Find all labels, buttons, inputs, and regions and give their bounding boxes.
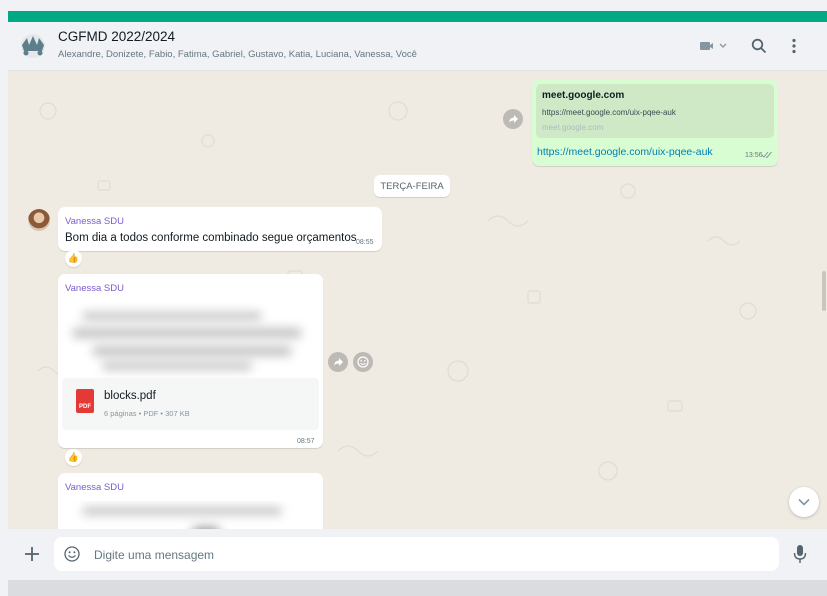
microphone-icon[interactable] [793,544,807,564]
menu-icon [792,38,796,54]
search-icon [751,38,767,54]
read-receipt-icon [761,151,772,159]
smiley-icon [357,356,369,368]
reaction-badge[interactable]: 👍 [65,449,82,466]
video-call-icon [700,42,727,50]
document-meta: 6 páginas • PDF • 307 KB [104,409,190,418]
react-button[interactable] [353,352,373,372]
link-preview-title: meet.google.com [542,90,625,101]
chevron-down-icon [798,498,810,506]
link-preview[interactable]: meet.google.com https://meet.google.com/… [536,84,774,138]
message-text: Bom dia a todos conforme combinado segue… [65,232,357,244]
forward-icon [508,115,518,123]
message-composer [8,529,827,580]
bottom-bar [8,580,827,596]
incoming-message[interactable]: Vanessa SDU Bom dia a todos conforme com… [58,207,382,251]
plus-icon[interactable] [23,545,41,563]
chat-members[interactable]: Alexandre, Donizete, Fabio, Fatima, Gabr… [58,49,417,60]
message-input[interactable] [92,537,776,573]
forward-icon [333,358,343,366]
link-preview-domain: meet.google.com [542,123,604,132]
reaction-badge[interactable]: 👍 [65,250,82,267]
message-input-box[interactable] [54,537,779,573]
document-name[interactable]: blocks.pdf [104,390,156,402]
scrollbar-thumb[interactable] [822,271,826,311]
link-preview-url: https://meet.google.com/uix-pqee-auk [542,108,676,117]
search-button[interactable] [748,36,770,56]
document-thumbnail[interactable] [62,302,319,378]
top-accent-strip [8,11,827,22]
menu-button[interactable] [788,36,800,56]
emoji-icon[interactable] [64,546,80,562]
incoming-message[interactable]: Vanessa SDU [58,473,323,529]
incoming-document-message[interactable]: Vanessa SDU PDF blocks.pdf 6 páginas • P… [58,274,323,448]
outgoing-link-message[interactable]: meet.google.com https://meet.google.com/… [532,80,778,166]
sender-name[interactable]: Vanessa SDU [65,216,124,227]
date-separator: TERÇA-FEIRA [374,175,450,197]
group-avatar[interactable] [18,33,48,59]
avatar[interactable] [28,209,50,231]
message-link[interactable]: https://meet.google.com/uix-pqee-auk [537,146,713,158]
chat-title[interactable]: CGFMD 2022/2024 [58,29,175,44]
video-call-button[interactable] [696,36,732,56]
chat-area[interactable]: meet.google.com https://meet.google.com/… [8,71,827,529]
sender-name[interactable]: Vanessa SDU [65,283,124,294]
pdf-icon: PDF [76,389,94,413]
message-time: 13:56 [745,152,763,159]
message-time: 08:55 [356,239,374,246]
sender-name[interactable]: Vanessa SDU [65,482,124,493]
document-card[interactable]: PDF blocks.pdf 6 páginas • PDF • 307 KB [62,378,319,430]
scroll-to-bottom-button[interactable] [789,487,819,517]
message-time: 08:57 [297,438,315,445]
chat-header[interactable]: CGFMD 2022/2024 Alexandre, Donizete, Fab… [8,22,827,71]
document-thumbnail[interactable] [62,501,319,529]
forward-button[interactable] [503,109,523,129]
forward-button[interactable] [328,352,348,372]
